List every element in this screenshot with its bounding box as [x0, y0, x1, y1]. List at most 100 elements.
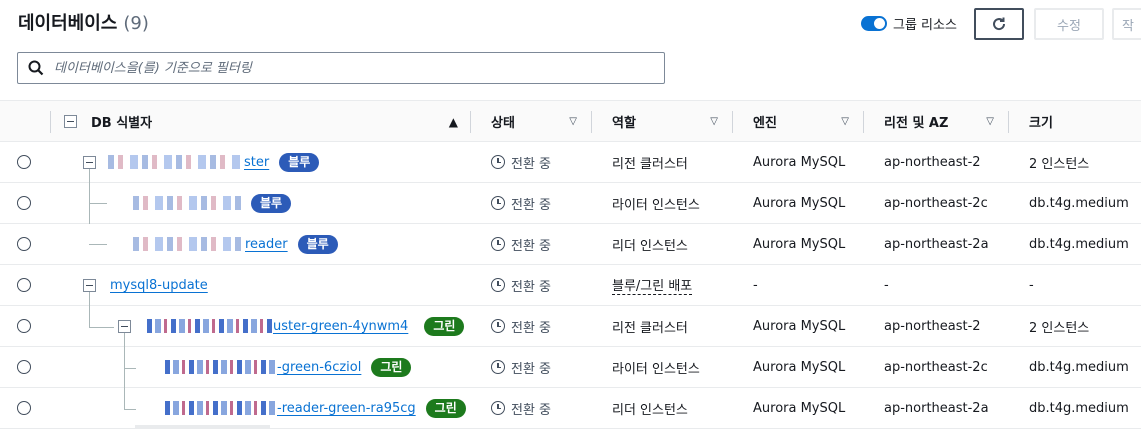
db-identifier-cell: 블루 [133, 183, 292, 223]
column-header-role[interactable]: 역할 ▽ [612, 101, 732, 142]
select-all-expand[interactable] [64, 101, 77, 142]
db-identifier-link[interactable]: mysql8-update [110, 278, 208, 293]
row-select-radio[interactable] [17, 360, 31, 374]
table-row[interactable]: -reader-green-ra95cg 그린 전환 중 리더 인스턴스 Aur… [0, 388, 1141, 429]
column-header-status-label: 상태 [491, 116, 515, 131]
status-text: 전환 중 [511, 361, 552, 377]
table-row[interactable]: mysql8-update 전환 중 블루/그린 배포 - - - [0, 265, 1141, 306]
column-header-region-label: 리전 및 AZ [884, 116, 949, 131]
row-select-radio[interactable] [17, 319, 31, 333]
green-badge: 그린 [424, 316, 465, 336]
page-title: 데이터베이스 (9) [18, 9, 149, 35]
status-text: 전환 중 [511, 279, 552, 295]
filter-caret-icon[interactable]: ▽ [710, 116, 718, 127]
column-header-engine[interactable]: 엔진 ▽ [753, 101, 863, 142]
column-separator [50, 111, 51, 133]
status-cell: 전환 중 [491, 388, 551, 428]
filter-caret-icon[interactable]: ▽ [841, 116, 849, 127]
engine-cell: Aurora MySQL [753, 359, 846, 375]
databases-table: DB 식별자 ▲ 상태 ▽ 역할 ▽ 엔진 ▽ 리전 및 AZ ▽ 크기 ste… [0, 100, 1141, 429]
edit-button[interactable]: 수정 [1034, 8, 1104, 40]
tree-line [89, 292, 90, 327]
column-header-size[interactable]: 크기 [1029, 101, 1053, 142]
table-row[interactable]: ster 블루 전환 중 리전 클러스터 Aurora MySQL ap-nor… [0, 142, 1141, 183]
group-resources-toggle[interactable] [861, 16, 887, 31]
column-header-identifier[interactable]: DB 식별자 ▲ [91, 101, 470, 142]
collapse-icon[interactable] [83, 155, 96, 169]
region-cell: ap-northeast-2 [884, 318, 981, 334]
db-identifier-link[interactable]: reader [245, 237, 288, 252]
tree-line [124, 409, 136, 410]
search-icon [28, 60, 44, 76]
tree-line [124, 333, 125, 409]
status-cell: 전환 중 [491, 347, 551, 387]
redacted-identifier [165, 401, 277, 415]
redacted-identifier [108, 155, 244, 169]
role-cell[interactable]: 블루/그린 배포 [612, 265, 693, 305]
size-cell: - [1029, 277, 1034, 293]
db-identifier-link[interactable]: ster [244, 155, 269, 170]
redacted-identifier [133, 196, 241, 210]
clock-icon [491, 278, 505, 292]
collapse-icon[interactable] [83, 278, 96, 292]
engine-cell: Aurora MySQL [753, 236, 846, 252]
collapse-all-icon[interactable] [64, 115, 77, 128]
filter-input[interactable] [54, 60, 644, 76]
db-identifier-cell: uster-green-4ynwm4 그린 [147, 306, 465, 346]
filter-caret-icon[interactable]: ▽ [569, 116, 577, 127]
status-cell: 전환 중 [491, 306, 551, 346]
group-resources-label: 그룹 리소스 [893, 18, 957, 33]
refresh-button[interactable] [974, 8, 1024, 40]
db-identifier-cell: mysql8-update [110, 265, 208, 305]
column-separator [470, 111, 471, 133]
size-cell: db.t4g.medium [1029, 236, 1129, 252]
tree-line [89, 244, 107, 245]
blue-badge: 블루 [251, 193, 292, 213]
green-badge: 그린 [425, 398, 466, 418]
row-select-radio[interactable] [17, 278, 31, 292]
role-cell: 리전 클러스터 [612, 320, 688, 336]
row-select-radio[interactable] [17, 401, 31, 415]
page-header: 데이터베이스 (9) 그룹 리소스 수정 작 [0, 0, 1141, 48]
db-identifier-cell: reader 블루 [133, 224, 338, 264]
clock-icon [491, 155, 505, 169]
table-row[interactable]: 블루 전환 중 라이터 인스턴스 Aurora MySQL ap-northea… [0, 183, 1141, 224]
page-title-text: 데이터베이스 [18, 13, 118, 34]
role-cell: 리더 인스턴스 [612, 238, 688, 254]
region-cell: ap-northeast-2a [884, 236, 989, 252]
db-identifier-link[interactable]: uster-green-4ynwm4 [273, 319, 408, 334]
row-select-radio[interactable] [17, 196, 31, 210]
size-cell: db.t4g.medium [1029, 359, 1129, 375]
table-row[interactable]: uster-green-4ynwm4 그린 전환 중 리전 클러스터 Auror… [0, 306, 1141, 347]
db-identifier-link[interactable]: -reader-green-ra95cg [277, 401, 416, 416]
role-cell: 리더 인스턴스 [612, 402, 688, 418]
collapse-icon[interactable] [118, 319, 131, 333]
db-identifier-link[interactable]: -green-6cziol [277, 360, 361, 375]
status-text: 전환 중 [511, 238, 552, 254]
row-select-radio[interactable] [17, 237, 31, 251]
blue-badge: 블루 [279, 152, 320, 172]
column-separator [1008, 111, 1009, 133]
size-cell: 2 인스턴스 [1029, 156, 1090, 172]
actions-button[interactable]: 작 [1112, 8, 1141, 40]
filter-caret-icon[interactable]: ▽ [986, 116, 994, 127]
role-tooltip-text[interactable]: 블루/그린 배포 [612, 275, 693, 295]
column-header-status[interactable]: 상태 ▽ [491, 101, 591, 142]
clock-icon [491, 401, 505, 415]
engine-cell: Aurora MySQL [753, 195, 846, 211]
filter-input-wrap[interactable] [17, 52, 665, 84]
row-select-radio[interactable] [17, 155, 31, 169]
table-row[interactable]: -green-6cziol 그린 전환 중 라이터 인스턴스 Aurora My… [0, 347, 1141, 388]
sort-ascending-icon[interactable]: ▲ [449, 115, 458, 129]
table-row[interactable]: reader 블루 전환 중 리더 인스턴스 Aurora MySQL ap-n… [0, 224, 1141, 265]
horizontal-scrollbar[interactable] [135, 425, 270, 429]
tree-line [89, 327, 114, 328]
column-header-region[interactable]: 리전 및 AZ ▽ [884, 101, 1008, 142]
database-count: (9) [123, 13, 149, 34]
column-header-role-label: 역할 [612, 116, 636, 131]
group-resources-toggle-wrap[interactable]: 그룹 리소스 [861, 14, 957, 33]
role-cell: 라이터 인스턴스 [612, 197, 700, 213]
region-cell: ap-northeast-2 [884, 154, 981, 170]
status-text: 전환 중 [511, 320, 552, 336]
column-header-engine-label: 엔진 [753, 116, 777, 131]
